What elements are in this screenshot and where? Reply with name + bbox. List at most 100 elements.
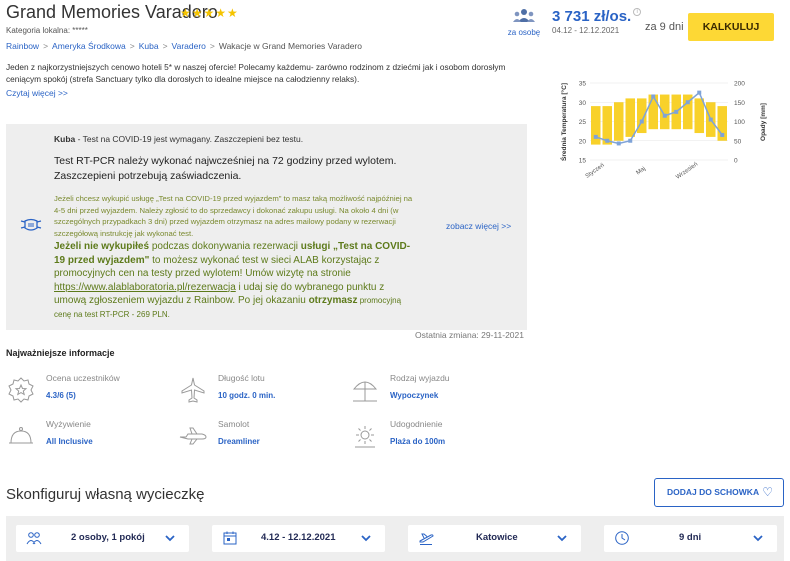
airplane-icon: [181, 377, 205, 403]
add-to-favorites-label: DODAJ DO SCHOWKA: [667, 487, 760, 497]
calculate-button[interactable]: KALKULUJ: [688, 13, 774, 41]
precipitation-point: [720, 132, 725, 137]
covid-purchase-info: Jeżeli chcesz wykupić usługę „Test na CO…: [54, 194, 413, 238]
plane-takeoff-icon: [419, 533, 434, 545]
covid-alab-bold: Jeżeli nie wykupiłeś: [54, 241, 150, 252]
precipitation-point: [616, 141, 621, 146]
info-label: Udogodnienie: [390, 419, 443, 429]
people-icon: [26, 532, 42, 545]
precipitation-point: [685, 100, 690, 105]
breadcrumb-region[interactable]: Ameryka Środkowa: [52, 41, 126, 51]
precipitation-point: [639, 119, 644, 124]
y-tick-label: 15: [579, 158, 587, 165]
info-rating: Ocena uczestników 4.3/6 (5): [6, 373, 166, 409]
breadcrumb-current: Wakacje w Grand Memories Varadero: [218, 41, 362, 51]
temperature-bar: [660, 94, 670, 130]
y-right-tick-label: 100: [734, 119, 745, 126]
info-value: Wypoczynek: [390, 391, 439, 400]
date-value: 4.12 - 12.12.2021: [261, 532, 336, 543]
x-tick-label: Maj: [635, 166, 646, 176]
info-icon[interactable]: i: [633, 8, 642, 16]
configure-title: Skonfiguruj własną wycieczkę: [6, 486, 205, 503]
breadcrumb-separator: >: [43, 41, 49, 51]
clock-icon: [615, 531, 629, 545]
info-label: Długość lotu: [218, 373, 265, 383]
y-tick-label: 25: [579, 119, 587, 126]
info-flight-time: Długość lotu 10 godz. 0 min.: [178, 373, 338, 409]
precipitation-point: [662, 113, 667, 118]
covid-test-note: Test RT-PCR należy wykonać najwcześniej …: [54, 155, 397, 182]
precipitation-point: [605, 138, 610, 143]
x-tick-label: Wrzesień: [675, 162, 699, 181]
info-value: 10 godz. 0 min.: [218, 391, 276, 400]
chevron-down-icon: [557, 535, 567, 542]
info-trip-type: Rodzaj wyjazdu Wypoczynek: [350, 373, 510, 409]
info-value[interactable]: 4.3/6 (5): [46, 391, 76, 400]
temperature-bar: [648, 94, 658, 130]
calendar-icon: [223, 531, 237, 545]
persons-selector[interactable]: za osobę: [506, 8, 542, 37]
precipitation-point: [697, 90, 702, 95]
last-change-date: Ostatnia zmiana: 29-11-2021: [415, 330, 524, 340]
breadcrumb-country[interactable]: Kuba: [139, 41, 159, 51]
info-label: Wyżywienie: [46, 419, 91, 429]
info-aircraft: Samolot Dreamliner: [178, 419, 338, 455]
y-tick-label: 20: [579, 138, 587, 145]
breadcrumb-city[interactable]: Varadero: [172, 41, 206, 51]
heart-icon: ♡: [762, 485, 773, 499]
breadcrumb: Rainbow > Ameryka Środkowa > Kuba > Varadero > W…: [6, 41, 362, 51]
add-to-favorites-button[interactable]: DODAJ DO SCHOWKA ♡: [654, 478, 784, 507]
participants-value: 2 osoby, 1 pokój: [71, 532, 145, 543]
star-rating: ★★★★★: [180, 6, 239, 20]
info-board: Wyżywienie All Inclusive: [6, 419, 166, 455]
info-label: Samolot: [218, 419, 250, 429]
y-tick-label: 35: [579, 81, 587, 88]
y-right-tick-label: 50: [734, 138, 742, 145]
precipitation-point: [628, 138, 633, 143]
participants-select[interactable]: 2 osoby, 1 pokój: [16, 525, 189, 552]
badge-star-icon: [8, 377, 34, 403]
configure-bar: 2 osoby, 1 pokój 4.12 - 12.12.2021 Katow…: [6, 516, 784, 561]
duration-value: 9 dni: [679, 532, 702, 543]
plane-side-icon: [179, 427, 207, 445]
see-more-link[interactable]: zobacz więcej >>: [446, 221, 511, 231]
temperature-bar: [614, 102, 624, 141]
y-right-axis-label: Opady [mm]: [760, 103, 767, 141]
info-value: All Inclusive: [46, 437, 93, 446]
temperature-bar: [694, 98, 704, 134]
x-tick-label: Styczeń: [585, 163, 606, 180]
covid-alab-bold: otrzymasz: [308, 295, 358, 306]
covid-content: Kuba - Test na COVID-19 jest wymagany. Z…: [54, 134, 416, 321]
y-right-tick-label: 0: [734, 158, 738, 165]
departure-select[interactable]: Katowice: [408, 525, 581, 552]
price-value: 3 731 zł/os.: [552, 8, 632, 25]
breadcrumb-separator: >: [209, 41, 215, 51]
precipitation-point: [651, 94, 656, 99]
info-amenity: Udogodnienie Plaża do 100m: [350, 419, 510, 455]
price-dates: 04.12 - 12.12.2021: [552, 26, 620, 35]
chevron-down-icon: [165, 535, 175, 542]
y-axis-label: Średnia Temperatura [°C]: [560, 83, 568, 161]
face-mask-icon: [20, 218, 42, 231]
info-value: Dreamliner: [218, 437, 260, 446]
departure-value: Katowice: [476, 532, 518, 543]
precipitation-point: [593, 134, 598, 139]
breadcrumb-rainbow[interactable]: Rainbow: [6, 41, 39, 51]
covid-requirement: - Test na COVID-19 jest wymagany. Zaszcz…: [75, 134, 304, 144]
alab-link[interactable]: https://www.alablaboratoria.pl/rezerwacj…: [54, 282, 236, 293]
covid-country-line: Kuba - Test na COVID-19 jest wymagany. Z…: [54, 134, 416, 144]
beach-umbrella-icon: [352, 381, 378, 402]
chevron-down-icon: [361, 535, 371, 542]
covid-info-box: Kuba - Test na COVID-19 jest wymagany. Z…: [6, 124, 527, 330]
covid-country: Kuba: [54, 134, 76, 144]
y-right-tick-label: 150: [734, 100, 745, 107]
key-info-title: Najważniejsze informacje: [6, 348, 115, 358]
date-select[interactable]: 4.12 - 12.12.2021: [212, 525, 385, 552]
read-more-link[interactable]: Czytaj więcej >>: [6, 88, 68, 98]
duration-select[interactable]: 9 dni: [604, 525, 777, 552]
food-cloche-icon: [9, 427, 33, 444]
hotel-description: Jeden z najkorzystniejszych cenowo hotel…: [6, 62, 506, 84]
trip-length: za 9 dni: [645, 21, 684, 33]
sun-icon: [355, 426, 375, 448]
info-label: Ocena uczestników: [46, 373, 120, 383]
